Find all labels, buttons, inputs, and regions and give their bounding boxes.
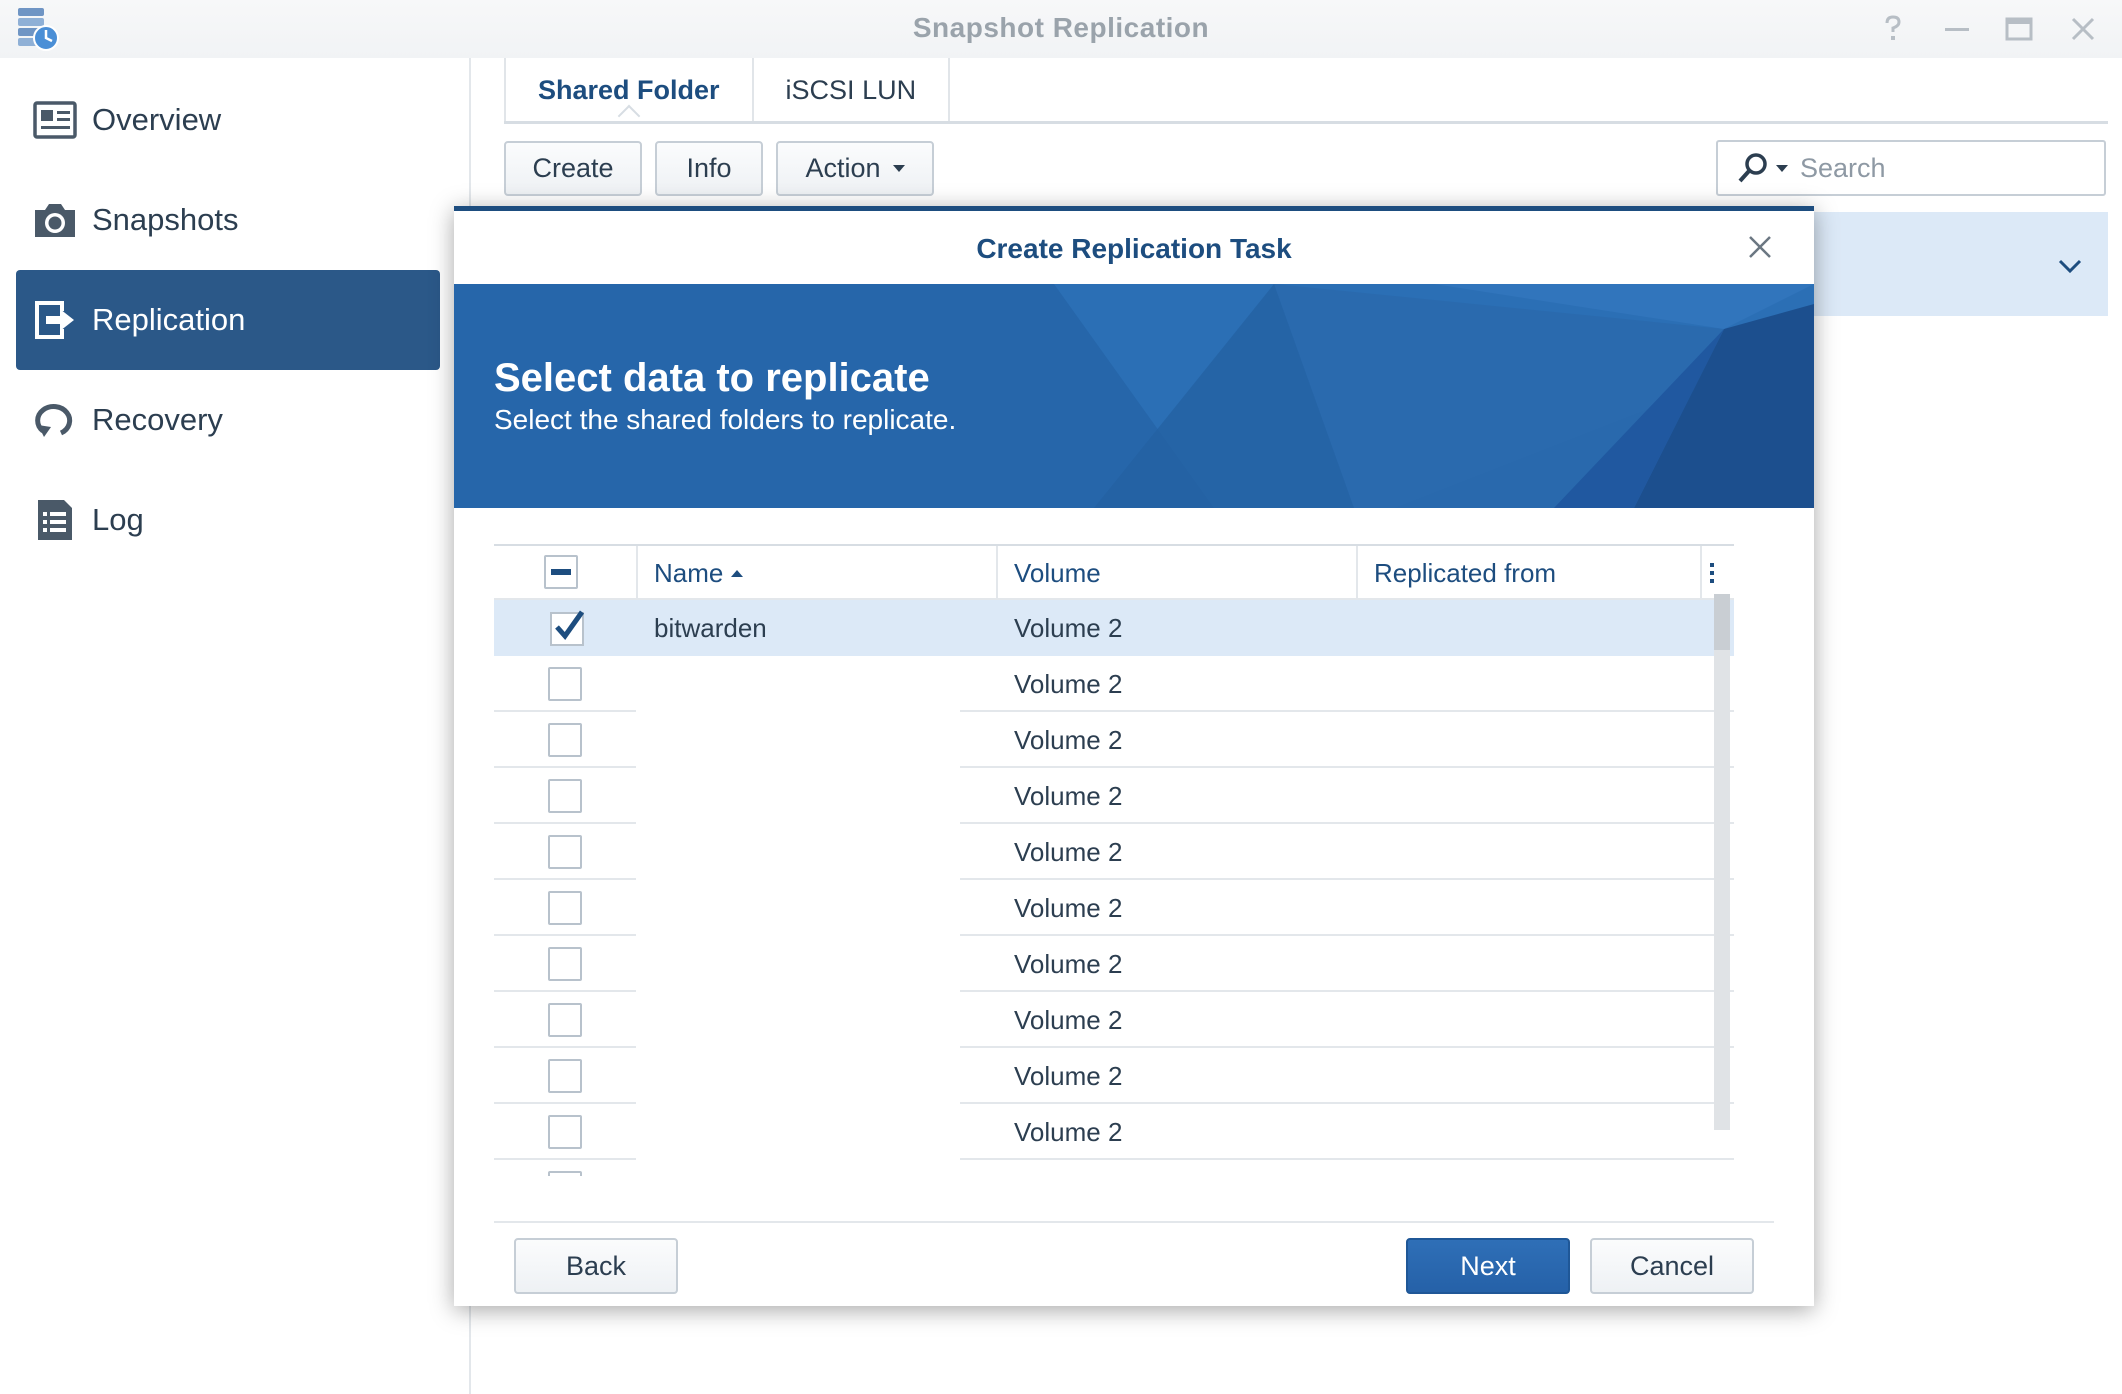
sidebar-item-label: Log [92, 502, 144, 537]
grid-scrollbar-thumb[interactable] [1714, 594, 1730, 650]
tabs-divider [504, 121, 2108, 124]
sidebar-item-label: Replication [92, 302, 246, 337]
table-row[interactable]: Volume 2 [494, 936, 1734, 992]
sidebar-item-snapshots[interactable]: Snapshots [16, 170, 440, 270]
footer-divider [494, 1221, 1774, 1223]
row-checkbox[interactable] [548, 1115, 582, 1149]
table-row[interactable]: Volume 2 [494, 712, 1734, 768]
info-button[interactable]: Info [655, 141, 763, 196]
sidebar-item-overview[interactable]: Overview [16, 70, 440, 170]
window-titlebar: Snapshot Replication [0, 0, 2122, 58]
column-header-replicated-from-label: Replicated from [1374, 557, 1557, 588]
row-checkbox[interactable] [548, 779, 582, 813]
search-options-caret-icon[interactable] [1776, 164, 1788, 172]
banner-title: Select data to replicate [494, 356, 930, 400]
column-header-name[interactable]: Name [636, 546, 996, 600]
row-checkbox[interactable] [548, 947, 582, 981]
cell-volume: Volume 2 [1014, 1004, 1123, 1035]
close-icon[interactable] [1744, 231, 1776, 263]
tab-iscsi-lun[interactable]: iSCSI LUN [751, 58, 951, 122]
wizard-banner: Select data to replicate Select the shar… [454, 284, 1814, 508]
replication-icon [32, 297, 78, 343]
row-checkbox[interactable] [548, 1171, 582, 1176]
shared-folder-grid: Name Volume Replicated from bitwarden Vo… [494, 544, 1734, 1176]
row-checkbox[interactable] [548, 1003, 582, 1037]
table-row-partial[interactable] [494, 1160, 1734, 1176]
row-checkbox[interactable] [548, 1059, 582, 1093]
sidebar-item-label: Recovery [92, 402, 223, 437]
table-row[interactable]: Volume 2 [494, 992, 1734, 1048]
cell-volume: Volume 2 [1014, 1060, 1123, 1091]
cancel-button[interactable]: Cancel [1590, 1238, 1754, 1294]
checkmark-icon [550, 610, 585, 646]
search-icon[interactable] [1736, 151, 1770, 185]
chevron-down-icon [892, 165, 905, 172]
cell-volume: Volume 2 [1014, 724, 1123, 755]
row-checkbox[interactable] [548, 891, 582, 925]
action-button-label: Action [805, 153, 881, 183]
sidebar-item-log[interactable]: Log [16, 470, 440, 570]
banner-subtitle: Select the shared folders to replicate. [494, 404, 957, 435]
back-button[interactable]: Back [514, 1238, 678, 1294]
minimize-icon[interactable] [1940, 12, 1974, 46]
grid-header: Name Volume Replicated from [494, 544, 1734, 600]
row-checkbox[interactable] [548, 610, 585, 646]
row-checkbox[interactable] [548, 835, 582, 869]
column-header-replicated-from[interactable]: Replicated from [1356, 546, 1700, 600]
cell-name: bitwarden [654, 612, 767, 643]
sidebar-item-label: Snapshots [92, 202, 239, 237]
sort-ascending-icon [731, 569, 744, 577]
close-icon[interactable] [2066, 12, 2100, 46]
cell-volume: Volume 2 [1014, 836, 1123, 867]
table-row[interactable]: Volume 2 [494, 1104, 1734, 1160]
help-icon[interactable] [1876, 12, 1910, 46]
table-row[interactable]: Volume 2 [494, 880, 1734, 936]
table-row[interactable]: Volume 2 [494, 1048, 1734, 1104]
dialog-header: Create Replication Task [454, 211, 1814, 284]
create-button[interactable]: Create [504, 141, 642, 196]
table-row[interactable]: Volume 2 [494, 656, 1734, 712]
table-row[interactable]: Volume 2 [494, 768, 1734, 824]
row-checkbox[interactable] [548, 667, 582, 701]
column-header-volume[interactable]: Volume [996, 546, 1356, 600]
next-button[interactable]: Next [1406, 1238, 1570, 1294]
row-checkbox[interactable] [548, 723, 582, 757]
window-title: Snapshot Replication [912, 12, 1210, 43]
column-menu-icon[interactable] [1708, 560, 1716, 586]
main-tabs: Shared Folder iSCSI LUN [504, 58, 951, 122]
search-input[interactable] [1800, 152, 2100, 184]
select-all-checkbox[interactable] [544, 555, 578, 589]
table-row[interactable]: Volume 2 [494, 824, 1734, 880]
chevron-down-icon[interactable] [2052, 248, 2088, 284]
column-header-volume-label: Volume [1014, 557, 1101, 588]
log-icon [32, 497, 78, 543]
grid-scrollbar[interactable] [1714, 594, 1730, 1130]
maximize-icon[interactable] [2002, 12, 2036, 46]
cell-volume: Volume 2 [1014, 948, 1123, 979]
sidebar-item-label: Overview [92, 102, 222, 137]
sidebar-item-recovery[interactable]: Recovery [16, 370, 440, 470]
overview-icon [32, 97, 78, 143]
action-button[interactable]: Action [776, 141, 934, 196]
cell-volume: Volume 2 [1014, 668, 1123, 699]
cell-volume: Volume 2 [1014, 780, 1123, 811]
tab-shared-folder[interactable]: Shared Folder [504, 58, 752, 122]
create-replication-task-dialog: Create Replication Task Select data to r… [454, 206, 1814, 1306]
cell-volume: Volume 2 [1014, 612, 1123, 643]
dialog-title: Create Replication Task [976, 233, 1292, 264]
column-menu-separator [1700, 546, 1734, 600]
cell-volume: Volume 2 [1014, 1116, 1123, 1147]
sidebar-item-replication[interactable]: Replication [16, 270, 440, 370]
camera-icon [32, 197, 78, 243]
column-header-name-label: Name [654, 557, 724, 588]
table-row[interactable]: bitwarden Volume 2 [494, 600, 1734, 656]
search-field[interactable] [1716, 140, 2106, 196]
recovery-icon [32, 397, 78, 443]
cell-volume: Volume 2 [1014, 892, 1123, 923]
